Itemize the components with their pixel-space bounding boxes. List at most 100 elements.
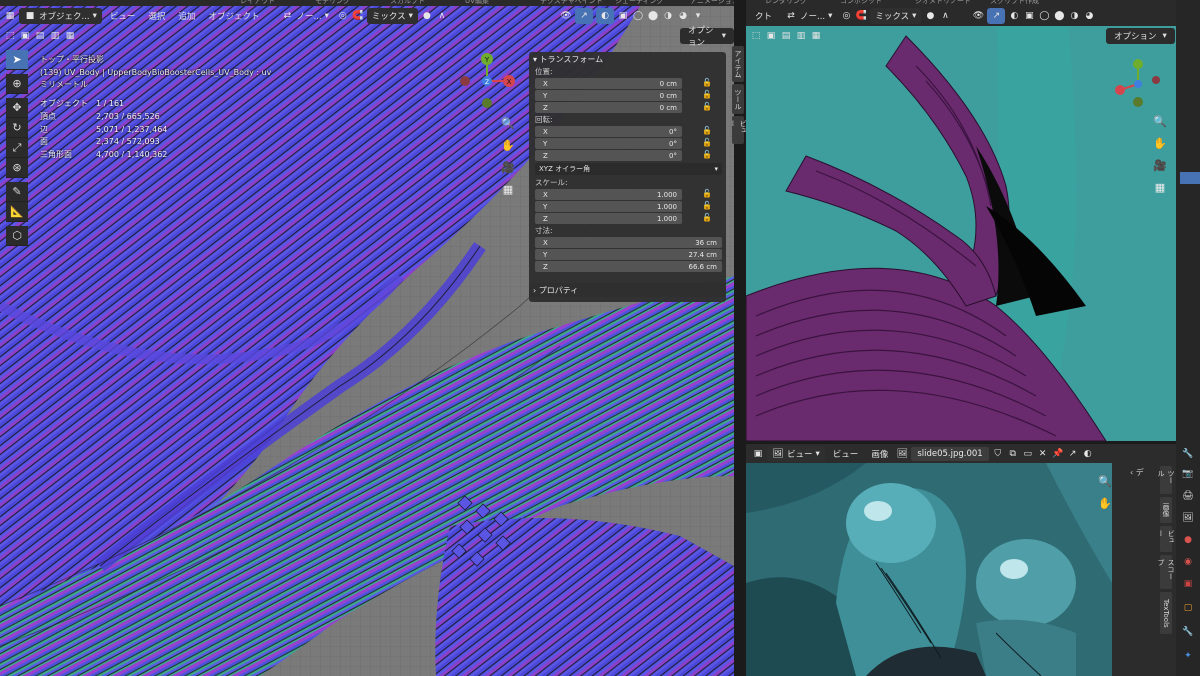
lock-icon[interactable]: 🔓 [702,102,712,111]
camera-icon[interactable]: 🎥 [497,156,519,178]
pivot-icon[interactable]: ◎ [840,10,852,22]
image-name-field[interactable]: slide05.jpg.001 [911,446,989,461]
snap-target-select-right[interactable]: ミックス ▾ [870,8,922,24]
mode-select[interactable]: ■ オブジェク... ▾ [19,8,102,24]
view-layer-icon[interactable]: 🖼 [1182,512,1194,524]
select-intersect-icon[interactable]: ▦ [810,30,822,42]
tab-tool[interactable]: ツール [1157,466,1175,494]
select-new-icon[interactable]: ▣ [19,30,31,42]
proportional-edit-icon[interactable]: ● [421,10,433,22]
pan-hand-icon[interactable]: ✋ [1149,132,1171,154]
tab-view[interactable]: ビュー [729,116,747,144]
menu-view[interactable]: ビュー [105,8,141,24]
tab-scopes[interactable]: スコープ [1157,555,1175,589]
rotation-mode-select[interactable]: XYZ オイラー角 ▾ [535,163,722,175]
particles-icon[interactable]: ✦ [1182,650,1194,662]
xray-icon[interactable]: ▣ [617,10,629,22]
xray-icon[interactable]: ▣ [1023,10,1035,22]
lock-icon[interactable]: 🔓 [702,201,712,210]
image-editor[interactable]: ▣ 🖼 ビュー ▾ ビュー 画像 🖼 slide05.jpg.001 ⛉ ⧉ ▭… [746,444,1176,676]
tool-rotate[interactable]: ↻ [6,118,28,138]
select-box-icon[interactable]: ⬚ [750,30,762,42]
visibility-icon[interactable]: 👁 [972,10,984,22]
rendered-shading-icon[interactable]: ◕ [1083,10,1095,22]
editor-type-icon[interactable]: ▣ [752,448,764,460]
tool-scale[interactable]: ⤢ [6,138,28,158]
snap-icon[interactable]: 🧲 [855,10,867,22]
options-dropdown-right[interactable]: オプション ▾ [1106,28,1175,44]
wireframe-shading-icon[interactable]: ◯ [1038,10,1050,22]
pivot-icon[interactable]: ◎ [337,10,349,22]
overlay-icon[interactable]: ◐ [1082,448,1094,460]
location-z-field[interactable]: Z0 cm 🔓 [535,102,712,113]
gizmo-toggle-right[interactable]: ↗ [987,8,1006,24]
grid-view-icon[interactable]: ▦ [1149,176,1171,198]
select-new-icon[interactable]: ▣ [765,30,777,42]
sidebar-partial-tab[interactable]: ‹ デ [1130,467,1144,478]
visibility-icon[interactable]: 👁 [560,10,572,22]
menu-object[interactable]: オブジェクト [203,8,264,24]
location-y-field[interactable]: Y0 cm 🔓 [535,90,712,101]
select-extend-icon[interactable]: ▤ [780,30,792,42]
lock-icon[interactable]: 🔓 [702,150,712,159]
lock-icon[interactable]: 🔓 [702,78,712,87]
menu-add[interactable]: 追加 [173,8,200,24]
solid-shading-icon[interactable]: ⬤ [1053,10,1065,22]
rotation-y-field[interactable]: Y 0° 🔓 [535,138,712,149]
tab-textools[interactable]: TexTools [1160,592,1172,634]
shading-dropdown-icon[interactable]: ▾ [692,10,704,22]
duplicate-icon[interactable]: ⧉ [1007,448,1019,460]
falloff-icon[interactable]: ∧ [939,10,951,22]
tool-select-box[interactable]: ➤ [6,50,28,70]
scene-properties-icon[interactable]: ● [1182,534,1194,546]
navigation-gizmo-right[interactable] [1110,56,1166,112]
render-properties-icon[interactable]: 📷 [1182,468,1194,480]
editor-type-icon[interactable]: ▦ [4,10,16,22]
location-x-field[interactable]: X0 cm 🔓 [535,78,712,89]
tool-measure[interactable]: 📐 [6,202,28,222]
orientation-select[interactable]: ⇄ ノー... ▾ [276,8,333,24]
lock-icon[interactable]: 🔓 [702,90,712,99]
lock-icon[interactable]: 🔓 [702,189,712,198]
close-icon[interactable]: ✕ [1037,448,1049,460]
viewport-3d-right[interactable]: クト ⇄ ノー... ▾ ◎ 🧲 ミックス ▾ ● ∧ 👁 ↗ ◐ ▣ ◯ ⬤ … [746,6,1176,441]
menu-view[interactable]: ビュー [828,446,864,462]
select-subtract-icon[interactable]: ▥ [49,30,61,42]
snap-icon[interactable]: 🧲 [352,10,364,22]
tab-view[interactable]: ビュー [1157,526,1175,552]
pin-icon[interactable]: 📌 [1052,448,1064,460]
rotation-x-field[interactable]: X 0° 🔓 [535,126,712,137]
view-mode-select[interactable]: 🖼 ビュー ▾ [767,445,825,462]
rotation-z-field[interactable]: Z 0° 🔓 [535,150,712,161]
solid-shading-icon[interactable]: ⬤ [647,10,659,22]
world-properties-icon[interactable]: ◉ [1182,556,1194,568]
tool-annotate[interactable]: ✎ [6,182,28,202]
folder-icon[interactable]: ▭ [1022,448,1034,460]
zoom-icon[interactable]: 🔍 [1149,110,1171,132]
tab-image[interactable]: 画像 [1160,497,1172,523]
menu-select[interactable]: 選択 [143,8,170,24]
tool-move[interactable]: ✥ [6,98,28,118]
material-shading-icon[interactable]: ◑ [662,10,674,22]
collection-icon[interactable]: ▣ [1182,578,1194,590]
scale-z-field[interactable]: Z 1.000 🔓 [535,213,712,224]
overlay-toggle[interactable]: ◐ [596,8,614,24]
scale-x-field[interactable]: X 1.000 🔓 [535,189,712,200]
snap-target-select[interactable]: ミックス ▾ [366,8,418,24]
select-extend-icon[interactable]: ▤ [34,30,46,42]
lock-icon[interactable]: 🔓 [702,126,712,135]
falloff-icon[interactable]: ∧ [436,10,448,22]
rendered-shading-icon[interactable]: ◕ [677,10,689,22]
options-dropdown[interactable]: オプション ▾ [680,26,734,48]
tool-add-cube[interactable]: ⬡ [6,226,28,246]
select-subtract-icon[interactable]: ▥ [795,30,807,42]
camera-icon[interactable]: 🎥 [1149,154,1171,176]
tool-transform[interactable]: ⊛ [6,158,28,178]
output-properties-icon[interactable]: 🖨 [1182,490,1194,502]
grid-view-icon[interactable]: ▦ [497,178,519,200]
pan-hand-icon[interactable]: ✋ [497,134,519,156]
properties-panel-header[interactable]: › プロパティ [529,283,726,297]
gizmo-toggle[interactable]: ↗ [575,8,593,24]
material-shading-icon[interactable]: ◑ [1068,10,1080,22]
tool-cursor[interactable]: ⊕ [6,74,28,94]
